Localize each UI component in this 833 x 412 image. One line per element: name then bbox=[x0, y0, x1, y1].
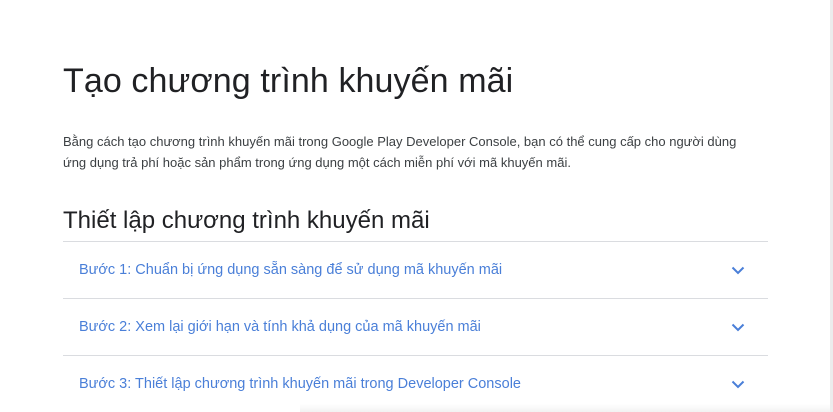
chevron-down-icon[interactable] bbox=[730, 262, 746, 278]
section-title: Thiết lập chương trình khuyến mãi bbox=[63, 207, 430, 234]
intro-paragraph: Bằng cách tạo chương trình khuyến mãi tr… bbox=[63, 134, 737, 170]
page: Tạo chương trình khuyến mãi Bằng cách tạ… bbox=[0, 0, 833, 412]
accordion-item-label[interactable]: Bước 1: Chuẩn bị ứng dụng sẵn sàng để sử… bbox=[63, 262, 502, 278]
chevron-down-icon[interactable] bbox=[730, 376, 746, 392]
bottom-shadow bbox=[300, 404, 833, 412]
accordion-item-step-1[interactable]: Bước 1: Chuẩn bị ứng dụng sẵn sàng để sử… bbox=[63, 242, 768, 299]
accordion-item-label[interactable]: Bước 3: Thiết lập chương trình khuyến mã… bbox=[63, 376, 521, 392]
steps-accordion: Bước 1: Chuẩn bị ứng dụng sẵn sàng để sử… bbox=[63, 241, 768, 412]
accordion-item-step-2[interactable]: Bước 2: Xem lại giới hạn và tính khả dụn… bbox=[63, 299, 768, 356]
chevron-down-icon[interactable] bbox=[730, 319, 746, 335]
accordion-item-label[interactable]: Bước 2: Xem lại giới hạn và tính khả dụn… bbox=[63, 319, 481, 335]
page-title: Tạo chương trình khuyến mãi bbox=[63, 62, 514, 100]
